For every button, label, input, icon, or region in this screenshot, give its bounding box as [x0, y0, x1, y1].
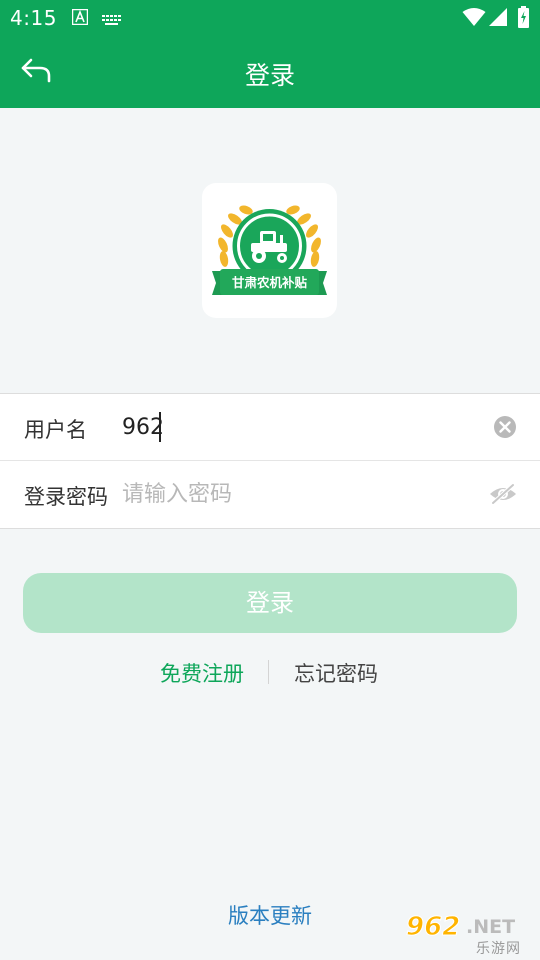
signal-icon [489, 8, 507, 30]
status-time: 4:15 [10, 6, 57, 30]
a-badge-icon [71, 8, 89, 29]
app-bar: 登录 [0, 36, 540, 108]
link-divider [268, 660, 269, 684]
account-links: 免费注册 忘记密码 [0, 656, 540, 688]
watermark-number: 962 [405, 912, 461, 943]
app-logo: 甘肃农机补贴 [202, 183, 337, 318]
login-button[interactable]: 登录 [23, 573, 517, 633]
logo-text: 甘肃农机补贴 [232, 275, 308, 290]
keyboard-icon [102, 12, 122, 31]
watermark-logo: 962 .NET 乐游网 [400, 910, 536, 958]
watermark-caption: 乐游网 [476, 941, 521, 957]
battery-icon [518, 6, 529, 32]
forgot-password-link[interactable]: 忘记密码 [294, 658, 378, 688]
password-row: 登录密码 [0, 461, 540, 527]
eye-off-icon[interactable] [488, 483, 518, 505]
clear-icon[interactable] [493, 415, 517, 439]
watermark-suffix: .NET [466, 916, 516, 938]
text-caret [159, 412, 161, 442]
username-row: 用户名 [0, 394, 540, 461]
username-input[interactable] [122, 408, 462, 446]
login-form: 用户名 登录密码 [0, 393, 540, 529]
status-bar: 4:15 [0, 0, 540, 36]
password-label: 登录密码 [24, 485, 108, 509]
wifi-icon [462, 7, 486, 31]
page-title: 登录 [244, 61, 295, 90]
username-label: 用户名 [24, 418, 87, 442]
password-input[interactable] [122, 475, 462, 513]
register-link[interactable]: 免费注册 [160, 658, 244, 688]
